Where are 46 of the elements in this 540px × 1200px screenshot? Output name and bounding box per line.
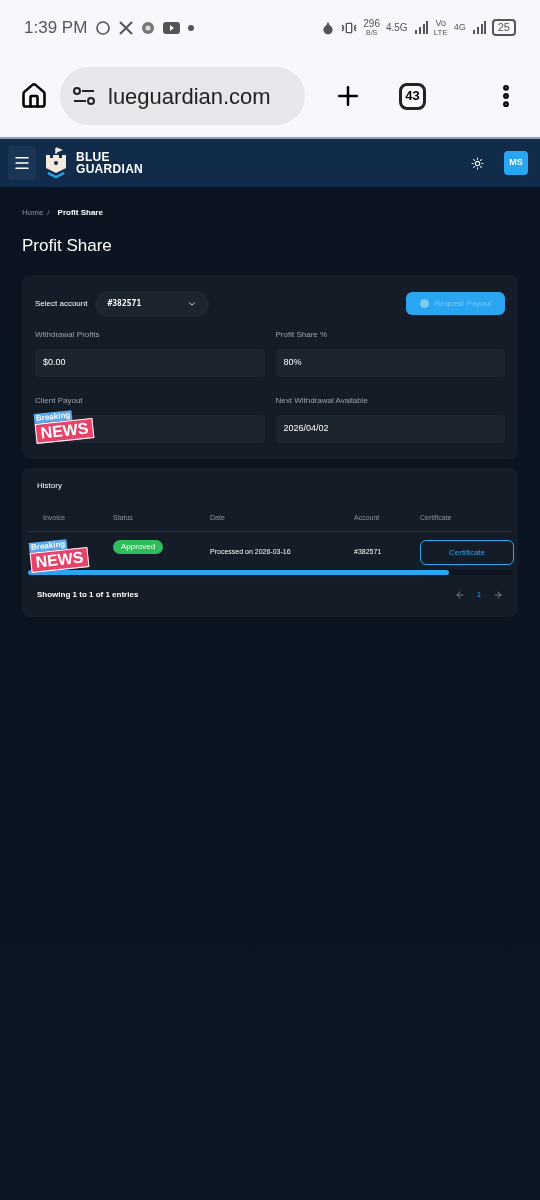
tab-count-button[interactable]: 43 bbox=[399, 82, 426, 110]
network-type: 4.5G bbox=[385, 21, 408, 35]
volte-bottom: LTE bbox=[433, 27, 448, 37]
droplet-icon bbox=[321, 20, 336, 35]
breadcrumb-separator: / bbox=[47, 207, 50, 219]
sticker-top-text: Breaking bbox=[28, 539, 68, 554]
horizontal-scrollbar[interactable] bbox=[28, 570, 512, 575]
field-label: Profit Share % bbox=[275, 328, 329, 341]
status-badge: Approved bbox=[113, 540, 164, 554]
browser-icon bbox=[141, 20, 156, 35]
field-label: Next Withdrawal Available bbox=[275, 394, 369, 407]
signal-icon bbox=[413, 20, 428, 35]
previous-page-icon[interactable] bbox=[455, 590, 466, 600]
section-title: History bbox=[36, 479, 63, 492]
breadcrumb-link[interactable]: Home bbox=[22, 207, 44, 219]
volte-top: Vo bbox=[435, 18, 446, 28]
entries-summary: Showing 1 to 1 of 1 entries bbox=[37, 589, 139, 601]
value-field: 80% bbox=[275, 348, 505, 377]
sticker-top-text: Breaking bbox=[33, 409, 73, 424]
network-speed: 296 bbox=[363, 18, 380, 28]
field-label: Withdrawal Profits bbox=[35, 328, 101, 341]
field-label: Client Payout bbox=[35, 394, 84, 407]
x-icon bbox=[119, 20, 134, 35]
signal-icon bbox=[471, 20, 486, 35]
chat-icon bbox=[95, 19, 112, 36]
battery-indicator: 25 bbox=[491, 19, 516, 36]
theme-toggle-icon[interactable] bbox=[471, 156, 484, 170]
certificate-button[interactable]: Certificate bbox=[420, 540, 514, 565]
logo-text: BLUE bbox=[76, 151, 111, 163]
value-field: $0.00 bbox=[35, 348, 265, 377]
logo-text: GUARDIAN bbox=[76, 163, 144, 175]
account-select[interactable]: #382571 bbox=[95, 290, 210, 317]
next-page-icon[interactable] bbox=[493, 590, 503, 600]
page-title: Profit Share bbox=[22, 235, 113, 257]
select-label: Select account bbox=[35, 297, 88, 310]
video-icon bbox=[163, 21, 181, 34]
site-settings-icon[interactable] bbox=[72, 86, 96, 106]
network-type: 4G bbox=[453, 20, 466, 34]
url-text: lueguardian.com bbox=[108, 82, 271, 111]
address-bar[interactable]: lueguardian.com bbox=[60, 67, 305, 125]
castle-logo-icon bbox=[44, 146, 68, 180]
home-icon[interactable] bbox=[20, 82, 48, 110]
menu-button[interactable] bbox=[8, 146, 36, 180]
clock: 1:39 PM bbox=[24, 16, 88, 39]
menu-icon bbox=[13, 154, 31, 172]
value-field: 2026/04/02 bbox=[275, 414, 505, 443]
